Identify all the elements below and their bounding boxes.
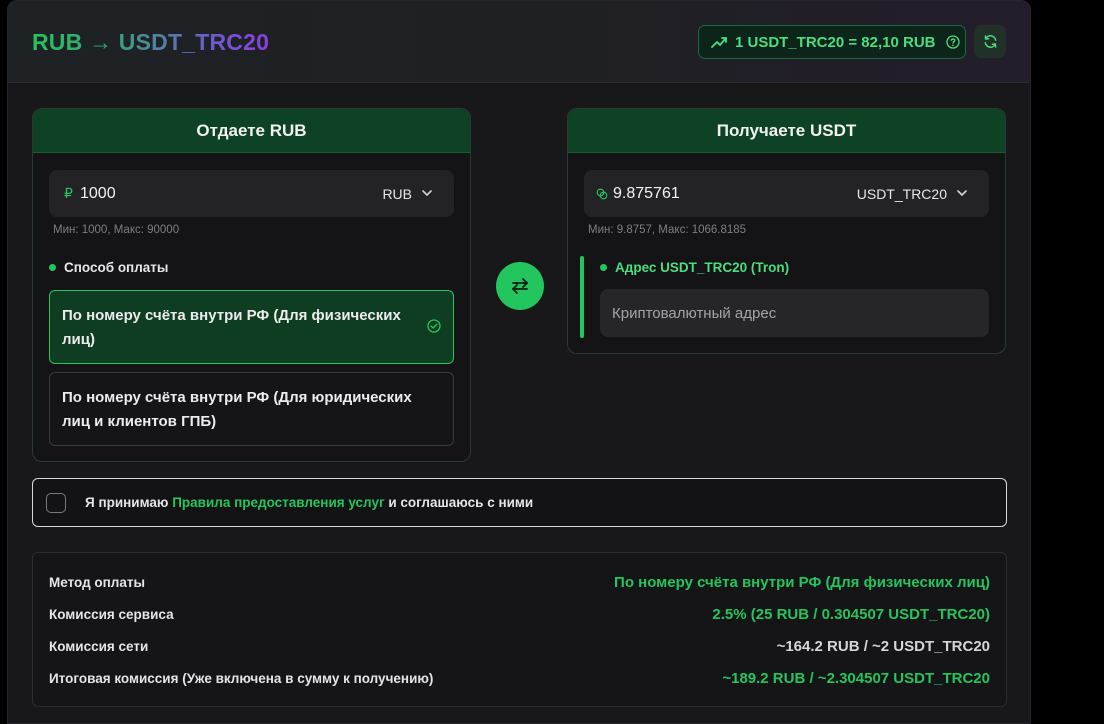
address-accent-bar <box>580 256 584 338</box>
address-label: Адрес USDT_TRC20 (Tron) <box>600 260 789 275</box>
payment-option-label: По номеру счёта внутри РФ (Для юридическ… <box>62 389 412 430</box>
exchange-rate-text: 1 USDT_TRC20 = 82,10 RUB <box>735 33 936 51</box>
summary-label: Комиссия сети <box>49 638 149 654</box>
trending-up-icon <box>711 37 727 48</box>
terms-suffix: и соглашаюсь с ними <box>384 495 534 510</box>
give-currency-select[interactable]: RUB <box>382 170 432 217</box>
summary-panel: Метод оплаты По номеру счёта внутри РФ (… <box>32 552 1007 707</box>
summary-row: Комиссия сервиса 2.5% (25 RUB / 0.304507… <box>49 604 990 624</box>
check-circle-icon <box>427 319 441 333</box>
receive-card-title: Получаете USDT <box>568 109 1005 153</box>
terms-prefix: Я принимаю <box>85 495 173 510</box>
summary-value: 2.5% (25 RUB / 0.304507 USDT_TRC20) <box>712 605 990 623</box>
payment-method-label-text: Способ оплаты <box>64 260 169 275</box>
summary-label: Метод оплаты <box>49 574 146 590</box>
header: RUB → USDT_TRC20 1 USDT_TRC20 = 82,10 RU… <box>8 1 1030 83</box>
summary-row: Итоговая комиссия (Уже включена в сумму … <box>49 668 990 688</box>
summary-value: ~164.2 RUB / ~2 USDT_TRC20 <box>776 637 990 655</box>
payment-option-individual[interactable]: По номеру счёта внутри РФ (Для физически… <box>49 290 454 364</box>
terms-text: Я принимаю Правила предоставления услуг … <box>85 495 533 510</box>
swap-arrows-icon <box>512 278 528 294</box>
terms-checkbox[interactable] <box>46 492 66 513</box>
receive-amount-input[interactable] <box>613 184 833 203</box>
swap-direction-button[interactable] <box>496 262 544 310</box>
receive-amount-field: USDT_TRC20 <box>584 170 989 217</box>
refresh-icon <box>984 35 996 48</box>
give-amount-input[interactable] <box>80 184 300 203</box>
payment-option-label: По номеру счёта внутри РФ (Для физически… <box>62 307 401 348</box>
summary-value: ~189.2 RUB / ~2.304507 USDT_TRC20 <box>722 669 990 687</box>
payment-option-legal[interactable]: По номеру счёта внутри РФ (Для юридическ… <box>49 372 454 446</box>
summary-value: По номеру счёта внутри РФ (Для физически… <box>614 573 990 591</box>
summary-label: Комиссия сервиса <box>49 606 174 622</box>
chevron-down-icon <box>422 190 432 196</box>
chevron-down-icon <box>957 190 967 196</box>
give-currency-label: RUB <box>382 185 412 202</box>
payment-method-label: Способ оплаты <box>49 260 168 275</box>
terms-agreement: Я принимаю Правила предоставления услуг … <box>32 478 1007 527</box>
receive-currency-select[interactable]: USDT_TRC20 <box>857 170 967 217</box>
give-limits: Мин: 1000, Макс: 90000 <box>53 224 180 236</box>
receive-card: Получаете USDT USDT_TRC20 Мин: 9.8757, М… <box>567 108 1006 354</box>
help-circle-icon[interactable] <box>945 35 960 49</box>
page-title: RUB → USDT_TRC20 <box>32 29 270 55</box>
crypto-address-input[interactable] <box>600 289 989 337</box>
give-card: Отдаете RUB ₽ RUB Мин: 1000, Макс: 90000… <box>32 108 471 462</box>
status-dot <box>49 264 56 271</box>
summary-row: Комиссия сети ~164.2 RUB / ~2 USDT_TRC20 <box>49 636 990 656</box>
address-label-text: Адрес USDT_TRC20 (Tron) <box>615 260 790 275</box>
receive-currency-label: USDT_TRC20 <box>856 185 947 202</box>
exchange-rate-badge: 1 USDT_TRC20 = 82,10 RUB <box>698 25 966 59</box>
give-card-title: Отдаете RUB <box>33 109 470 153</box>
summary-label: Итоговая комиссия (Уже включена в сумму … <box>49 670 434 686</box>
refresh-button[interactable] <box>974 25 1006 58</box>
ruble-icon: ₽ <box>64 185 73 201</box>
coins-icon <box>596 188 608 199</box>
give-amount-field: ₽ RUB <box>49 170 454 217</box>
summary-row: Метод оплаты По номеру счёта внутри РФ (… <box>49 572 990 592</box>
receive-limits: Мин: 9.8757, Макс: 1066.8185 <box>588 224 747 236</box>
terms-link[interactable]: Правила предоставления услуг <box>172 495 384 510</box>
exchange-window: RUB → USDT_TRC20 1 USDT_TRC20 = 82,10 RU… <box>7 0 1031 724</box>
status-dot <box>600 264 607 271</box>
